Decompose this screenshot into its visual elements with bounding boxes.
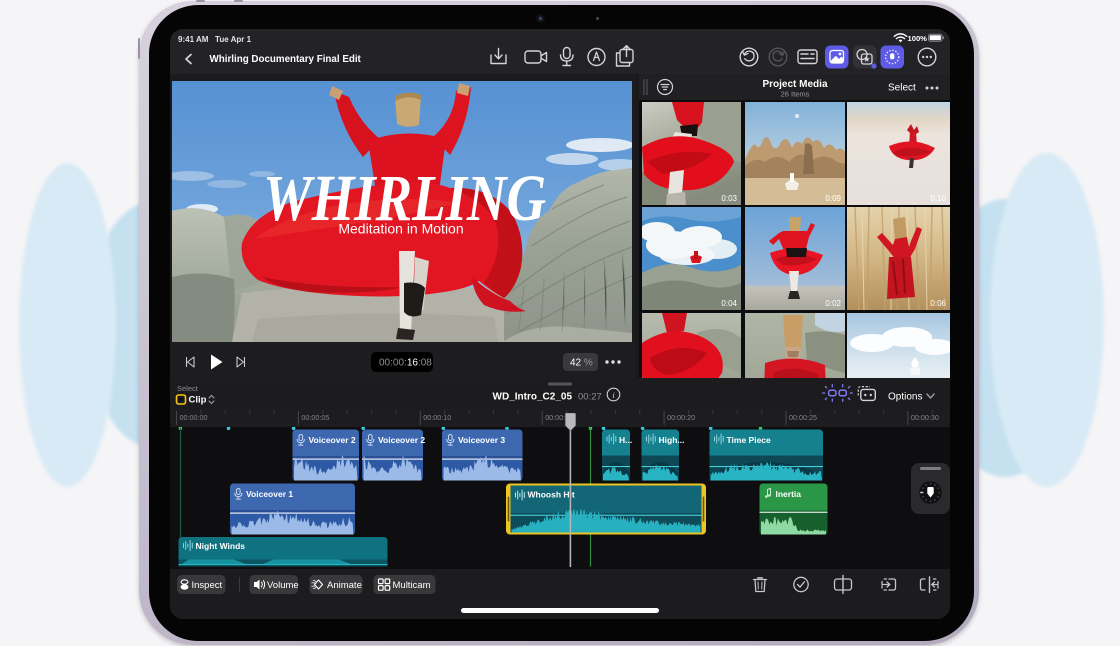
svg-text:00:00:05: 00:00:05	[301, 413, 329, 422]
svg-text:Inertia: Inertia	[776, 489, 802, 499]
svg-text:Options: Options	[888, 392, 922, 403]
svg-text:0:04: 0:04	[721, 299, 737, 308]
svg-text:00:27: 00:27	[578, 392, 602, 403]
svg-text:Voiceover 2: Voiceover 2	[309, 435, 356, 445]
svg-text:Select: Select	[177, 384, 199, 393]
svg-text:i: i	[612, 390, 615, 400]
svg-text:0:02: 0:02	[825, 299, 841, 308]
svg-text:Voiceover 1: Voiceover 1	[246, 489, 293, 499]
svg-text:00:00:00: 00:00:00	[180, 413, 208, 422]
svg-text:Voiceover 3: Voiceover 3	[458, 435, 505, 445]
svg-text:Meditation in Motion: Meditation in Motion	[338, 221, 463, 237]
svg-text:Time Piece: Time Piece	[727, 435, 772, 445]
svg-text:0:06: 0:06	[930, 299, 946, 308]
svg-text:WD_Intro_C2_05: WD_Intro_C2_05	[493, 392, 573, 403]
svg-text:Night Winds: Night Winds	[196, 541, 246, 551]
svg-text:00:00:25: 00:00:25	[789, 413, 817, 422]
svg-text:42 %: 42 %	[570, 358, 593, 369]
svg-text:Multicam: Multicam	[393, 580, 431, 591]
svg-text:Clip: Clip	[189, 395, 207, 406]
svg-text:Select: Select	[888, 83, 916, 94]
svg-text:H...: H...	[619, 435, 632, 445]
svg-text:00:00:30: 00:00:30	[911, 413, 939, 422]
svg-text:Inspect: Inspect	[192, 580, 223, 591]
svg-text:High...: High...	[659, 435, 685, 445]
svg-text:00:00:16:08: 00:00:16:08	[379, 358, 432, 369]
svg-text:Voiceover 2: Voiceover 2	[378, 435, 425, 445]
svg-text:0:10: 0:10	[930, 194, 946, 203]
svg-text:0:09: 0:09	[825, 194, 841, 203]
svg-text:00:00:10: 00:00:10	[423, 413, 451, 422]
svg-text:00:00:20: 00:00:20	[667, 413, 695, 422]
svg-text:0:03: 0:03	[721, 194, 737, 203]
svg-text:Volume: Volume	[267, 580, 299, 591]
svg-text:Project Media: Project Media	[762, 79, 827, 90]
svg-text:Animate: Animate	[327, 580, 362, 591]
svg-text:26 Items: 26 Items	[781, 90, 810, 99]
